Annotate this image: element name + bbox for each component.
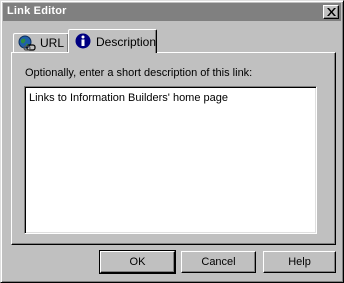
ok-button[interactable]: OK — [99, 250, 176, 274]
globe-link-icon — [18, 35, 36, 51]
help-button[interactable]: Help — [263, 251, 336, 273]
cancel-button[interactable]: Cancel — [181, 251, 256, 273]
close-button[interactable] — [323, 5, 339, 19]
tab-url-label: URL — [40, 36, 65, 50]
tab-description[interactable]: Description — [68, 29, 157, 53]
tab-url[interactable]: URL — [13, 33, 69, 52]
window-title: Link Editor — [7, 5, 67, 17]
tab-description-label: Description — [96, 35, 157, 49]
link-editor-dialog: Link Editor URL Description Optionally, … — [0, 0, 344, 283]
description-tab-panel: Optionally, enter a short description of… — [11, 52, 336, 245]
description-textarea[interactable]: Links to Information Builders' home page — [24, 86, 317, 234]
title-bar[interactable]: Link Editor — [3, 3, 341, 21]
info-icon — [75, 33, 91, 49]
description-prompt: Optionally, enter a short description of… — [25, 67, 253, 79]
close-icon — [327, 8, 336, 16]
